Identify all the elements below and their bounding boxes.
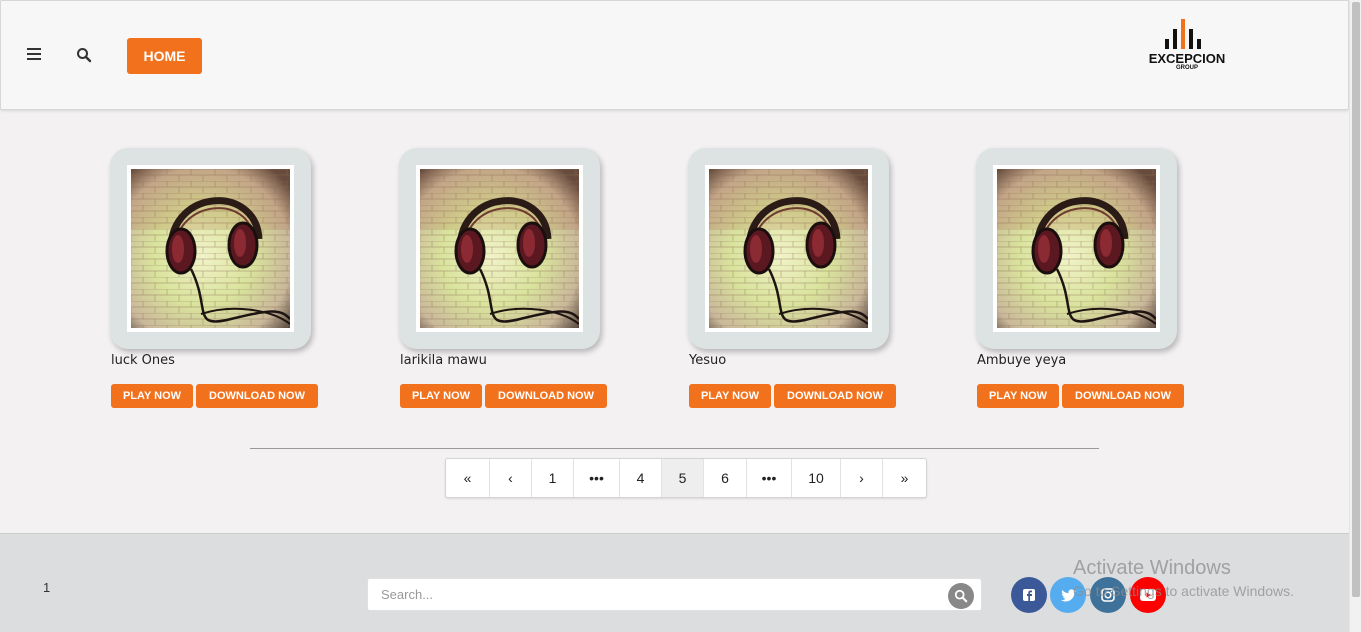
download-now-button[interactable]: DOWNLOAD NOW [774,384,896,408]
headphones-image [709,169,868,328]
excepcion-logo[interactable]: EXCEPCION GROUP [1141,15,1233,75]
activate-windows-title: Activate Windows [1073,557,1231,579]
vertical-scrollbar[interactable] [1349,0,1361,632]
play-now-button[interactable]: PLAY NOW [689,384,771,408]
download-now-button[interactable]: DOWNLOAD NOW [1062,384,1184,408]
search-input[interactable] [368,579,938,610]
hamburger-menu-icon[interactable] [27,48,41,62]
logo-bars-icon [1165,17,1205,49]
search-button-icon[interactable] [948,583,974,609]
page-10-button[interactable]: 10 [792,459,841,497]
logo-subtitle: GROUP [1175,65,1198,71]
headphones-image [131,169,290,328]
album-cover[interactable] [688,148,889,349]
logo-name: EXCEPCION [1148,51,1226,66]
pagination: « ‹ 1 ••• 4 5 6 ••• 10 › » [445,458,927,498]
play-now-button[interactable]: PLAY NOW [400,384,482,408]
song-card: Yesuo PLAY NOW DOWNLOAD NOW [688,148,908,413]
song-title: luck Ones [111,353,175,368]
song-card: larikila mawu PLAY NOW DOWNLOAD NOW [399,148,619,413]
page-4-button[interactable]: 4 [620,459,662,497]
activate-windows-subtitle: Go to Settings to activate Windows. [1073,583,1294,599]
last-page-button[interactable]: » [883,459,926,497]
scrollbar-thumb[interactable] [1352,2,1360,597]
download-now-button[interactable]: DOWNLOAD NOW [485,384,607,408]
ellipsis-button[interactable]: ••• [747,459,792,497]
search-icon[interactable] [76,47,92,63]
song-title: larikila mawu [400,353,487,368]
play-now-button[interactable]: PLAY NOW [977,384,1059,408]
album-cover[interactable] [110,148,311,349]
song-title: Ambuye yeya [977,353,1067,368]
top-header: HOME EXCEPCION GROUP [0,0,1349,110]
page-1-button[interactable]: 1 [532,459,574,497]
footer-search [367,578,982,611]
headphones-image [997,169,1156,328]
album-cover[interactable] [399,148,600,349]
first-page-button[interactable]: « [446,459,490,497]
play-now-button[interactable]: PLAY NOW [111,384,193,408]
headphones-image [420,169,579,328]
footer-page-number: 1 [43,580,51,595]
song-card: Ambuye yeya PLAY NOW DOWNLOAD NOW [976,148,1196,413]
page-6-button[interactable]: 6 [704,459,747,497]
song-card: luck Ones PLAY NOW DOWNLOAD NOW [110,148,330,413]
page-5-button[interactable]: 5 [662,459,704,497]
song-title: Yesuo [689,353,727,368]
next-page-button[interactable]: › [841,459,883,497]
home-button[interactable]: HOME [127,38,202,74]
divider [250,448,1099,449]
album-cover[interactable] [976,148,1177,349]
prev-page-button[interactable]: ‹ [490,459,532,497]
facebook-icon[interactable] [1011,577,1047,613]
ellipsis-button[interactable]: ••• [574,459,620,497]
download-now-button[interactable]: DOWNLOAD NOW [196,384,318,408]
